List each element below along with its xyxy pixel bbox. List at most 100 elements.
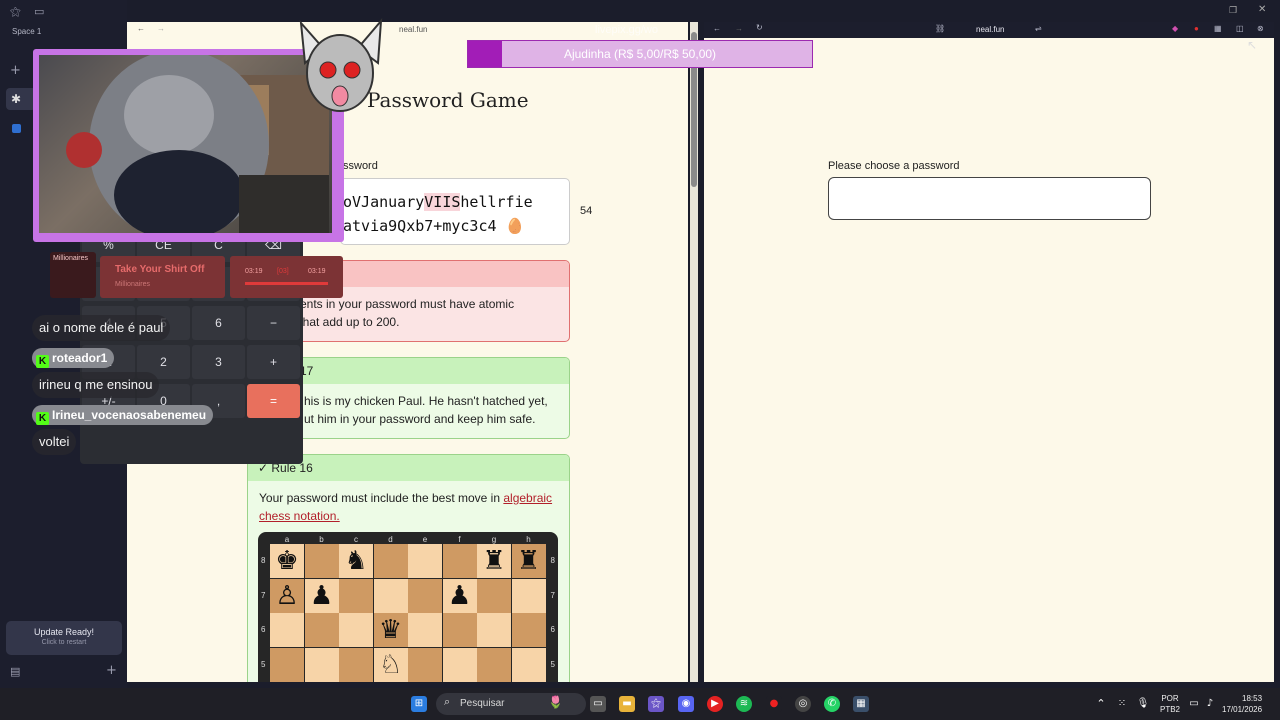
chess-square[interactable]: ♜: [511, 544, 546, 578]
chess-square[interactable]: [270, 647, 304, 682]
close-window-icon[interactable]: ✕: [1258, 4, 1266, 15]
update-title: Update Ready!: [33, 627, 95, 637]
chess-square[interactable]: [442, 647, 477, 682]
chess-square[interactable]: [408, 613, 442, 647]
chess-square[interactable]: [304, 613, 339, 647]
password-input[interactable]: [828, 177, 1151, 220]
album-art: Millionaires: [50, 252, 96, 298]
chess-square[interactable]: [408, 647, 442, 682]
whatsapp-icon[interactable]: ✆: [824, 696, 840, 712]
volume-icon[interactable]: ♪: [1202, 696, 1218, 712]
close-icon[interactable]: ⊗: [1257, 24, 1264, 33]
right-url[interactable]: neal.fun: [976, 25, 1004, 34]
restore-window-icon[interactable]: ❐: [1229, 5, 1237, 16]
discord-icon[interactable]: ◉: [678, 696, 694, 712]
song-progress-bar: [245, 282, 328, 285]
tray-expand-icon[interactable]: ⌃: [1093, 696, 1109, 712]
left-url[interactable]: neal.fun: [399, 25, 427, 34]
chess-square[interactable]: ♜: [477, 544, 511, 578]
monitor-icon[interactable]: ▭: [1186, 696, 1202, 712]
chess-rank-label: 8: [550, 556, 555, 565]
chess-file-label: a: [284, 535, 290, 544]
extensions-icon[interactable]: ▦: [1214, 24, 1222, 33]
chess-rank-label: 5: [261, 659, 266, 669]
calculator-key[interactable]: −: [247, 306, 300, 340]
calculator-key[interactable]: 3: [192, 345, 245, 379]
youtube-icon[interactable]: ▶: [707, 696, 723, 712]
calculator-icon[interactable]: ▦: [853, 696, 869, 712]
chess-square[interactable]: [477, 647, 511, 682]
update-ready-button[interactable]: Update Ready! Click to restart: [6, 621, 122, 655]
task-view-icon[interactable]: ▭: [590, 696, 606, 712]
chess-square[interactable]: [408, 578, 442, 613]
chess-board: a b c d e f g h 8 8 7 7 6 6 5 5 ♚ ♞ ♜ ♜ ♙ ♟ ♟ ♛ ♘: [258, 532, 558, 682]
chess-square[interactable]: [304, 647, 339, 682]
chess-square[interactable]: [304, 544, 339, 578]
chess-square[interactable]: [270, 613, 304, 647]
calculator-key[interactable]: +: [247, 345, 300, 379]
back-icon[interactable]: ←: [713, 24, 721, 33]
chess-square[interactable]: [442, 613, 477, 647]
chess-square[interactable]: [339, 613, 373, 647]
reload-icon[interactable]: ↻: [756, 23, 763, 32]
obs-icon[interactable]: ◎: [795, 696, 811, 712]
app-grid-icon[interactable]: ⁙: [1114, 696, 1130, 712]
microphone-icon[interactable]: 🎙: [1135, 696, 1151, 712]
chess-square[interactable]: [477, 578, 511, 613]
calculator-key[interactable]: 6: [192, 306, 245, 340]
password-input[interactable]: oVJanuaryVIIShellrfie atvia9Qxb7+myc3c4 …: [340, 178, 570, 245]
split-view-icon[interactable]: ◫: [1236, 24, 1244, 33]
forward-icon[interactable]: →: [735, 24, 743, 33]
chess-square[interactable]: [511, 578, 546, 613]
time-elapsed: 03:19: [245, 268, 263, 275]
song-artist: Millionaires: [115, 281, 151, 288]
add-space-icon[interactable]: +: [106, 663, 117, 678]
taskbar-clock[interactable]: 18:53 17/01/2026: [1222, 693, 1262, 715]
chess-square[interactable]: ♙: [270, 578, 304, 613]
arc-browser-icon[interactable]: ⚝: [648, 696, 664, 712]
chess-square[interactable]: [339, 578, 373, 613]
chat-message: irineu q me ensinou: [32, 372, 160, 398]
chess-square[interactable]: ♘: [373, 647, 408, 682]
chess-square[interactable]: [442, 544, 477, 578]
space-label: Space 1: [12, 27, 42, 36]
chess-square[interactable]: [408, 544, 442, 578]
chess-rank-label: 5: [550, 659, 555, 669]
chess-square[interactable]: [511, 613, 546, 647]
pinned-tab-active[interactable]: ✱: [6, 88, 36, 110]
chess-square[interactable]: [339, 647, 373, 682]
chess-square[interactable]: ♚: [270, 544, 304, 578]
chess-square[interactable]: [373, 544, 408, 578]
calculator-key[interactable]: =: [247, 384, 300, 418]
chess-square[interactable]: ♟: [442, 578, 477, 613]
taskbar-search[interactable]: ⌕ Pesquisar 🌷: [436, 693, 586, 715]
forward-icon[interactable]: →: [157, 24, 165, 33]
spotify-icon[interactable]: ≋: [736, 696, 752, 712]
tomato-icon[interactable]: ●: [766, 696, 782, 712]
archive-icon[interactable]: ▤: [10, 665, 20, 678]
shield-icon[interactable]: ◆: [1172, 24, 1178, 33]
language-indicator[interactable]: POR PTB2: [1160, 693, 1180, 715]
chess-square[interactable]: ♞: [339, 544, 373, 578]
password-text: hellrfie: [460, 193, 533, 211]
tab-favicon-icon[interactable]: [12, 124, 21, 133]
arc-logo-icon[interactable]: ⚝: [10, 5, 21, 19]
back-icon[interactable]: ←: [137, 24, 145, 33]
ublock-icon[interactable]: ●: [1194, 24, 1199, 33]
file-explorer-icon[interactable]: ▬: [619, 696, 635, 712]
new-tab-icon[interactable]: +: [10, 63, 21, 78]
chess-square[interactable]: ♟: [304, 578, 339, 613]
windows-start-icon[interactable]: ⊞: [411, 696, 427, 712]
chess-square[interactable]: [511, 647, 546, 682]
chess-file-label: h: [526, 535, 531, 544]
link-icon[interactable]: ⛓: [935, 24, 945, 33]
settings-sliders-icon[interactable]: ⇌: [1035, 24, 1042, 33]
sidebar-toggle-icon[interactable]: ▭: [34, 5, 44, 18]
left-scrollbar[interactable]: [690, 22, 698, 682]
song-title: Take Your Shirt Off: [115, 264, 205, 275]
chess-square[interactable]: [373, 578, 408, 613]
chess-square[interactable]: ♛: [373, 613, 408, 647]
chess-rank-label: 7: [550, 590, 555, 600]
chess-square[interactable]: [477, 613, 511, 647]
chat-message: voltei: [32, 429, 77, 455]
